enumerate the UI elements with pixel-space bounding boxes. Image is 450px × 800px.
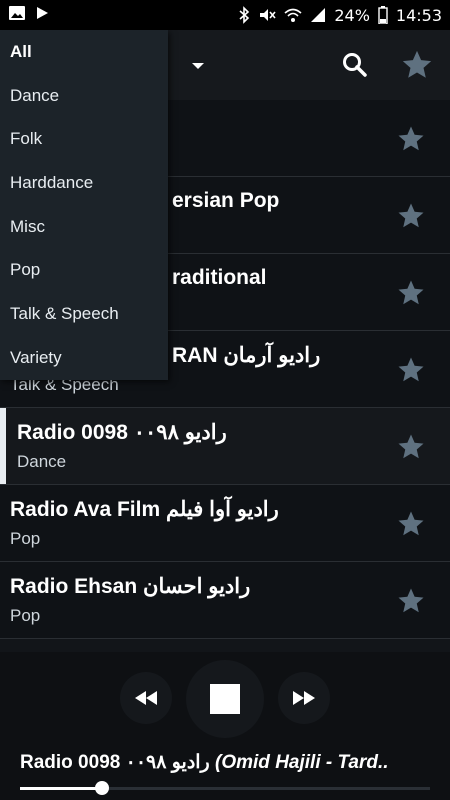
now-playing-text: Radio 0098 رادیو ۰۰۹۸ (Omid Hajili - Tar… (20, 751, 430, 774)
menu-item-variety[interactable]: Variety (0, 336, 168, 380)
menu-item-talk-speech[interactable]: Talk & Speech (0, 292, 168, 336)
wifi-icon (284, 6, 302, 24)
menu-item-pop[interactable]: Pop (0, 248, 168, 292)
bluetooth-icon (238, 6, 250, 24)
battery-icon (378, 6, 388, 24)
mute-icon (258, 6, 276, 24)
progress-thumb[interactable] (95, 781, 109, 795)
station-genre: Pop (10, 606, 41, 625)
station-row[interactable]: Radio Ava Film رادیو آوا فیلم Pop (0, 485, 450, 562)
station-genre: Pop (10, 529, 41, 548)
player-bar: Radio 0098 رادیو ۰۰۹۸ (Omid Hajili - Tar… (0, 652, 450, 800)
play-icon (34, 5, 50, 25)
star-icon[interactable] (396, 432, 426, 467)
station-title: Radio Ava Film رادیو آوا فیلم (10, 498, 279, 521)
progress-fill (20, 787, 102, 790)
star-icon[interactable] (396, 509, 426, 544)
search-icon[interactable] (340, 50, 370, 85)
station-title: ersian Pop (172, 189, 280, 212)
signal-icon (310, 7, 326, 23)
station-row-playing[interactable]: Radio 0098 رادیو ۰۰۹۸ Dance (0, 408, 450, 485)
star-icon[interactable] (396, 124, 426, 159)
now-playing-track: (Omid Hajili - Tard.. (215, 752, 389, 773)
rewind-icon (135, 691, 157, 705)
station-row[interactable]: Radio Ehsan رادیو احسان Pop (0, 562, 450, 639)
playback-progress[interactable] (20, 781, 430, 795)
menu-item-folk[interactable]: Folk (0, 117, 168, 161)
battery-level: 24% (334, 5, 370, 25)
image-icon (8, 4, 26, 26)
station-title: RAN رادیو آرمان (172, 344, 321, 367)
menu-item-dance[interactable]: Dance (0, 74, 168, 118)
chevron-down-icon[interactable] (190, 58, 206, 76)
clock: 14:53 (395, 5, 442, 25)
star-icon[interactable] (396, 355, 426, 390)
status-bar: 24% 14:53 (0, 0, 450, 30)
station-title: raditional (172, 266, 267, 289)
fast-forward-button[interactable] (278, 672, 330, 724)
stop-icon (210, 684, 240, 714)
station-title: Radio 0098 رادیو ۰۰۹۸ (17, 421, 227, 444)
star-icon[interactable] (396, 586, 426, 621)
station-title: Radio Ehsan رادیو احسان (10, 575, 251, 598)
station-genre: Dance (17, 452, 67, 471)
star-icon[interactable] (396, 278, 426, 313)
fast-forward-icon (293, 691, 315, 705)
favorites-star-icon[interactable] (400, 48, 434, 87)
genre-dropdown-menu: All Dance Folk Harddance Misc Pop Talk &… (0, 30, 168, 380)
rewind-button[interactable] (120, 672, 172, 724)
menu-item-all[interactable]: All (0, 30, 168, 74)
menu-item-misc[interactable]: Misc (0, 205, 168, 249)
menu-item-harddance[interactable]: Harddance (0, 161, 168, 205)
stop-button[interactable] (186, 660, 264, 738)
star-icon[interactable] (396, 201, 426, 236)
now-playing-station: Radio 0098 رادیو ۰۰۹۸ (20, 752, 210, 773)
